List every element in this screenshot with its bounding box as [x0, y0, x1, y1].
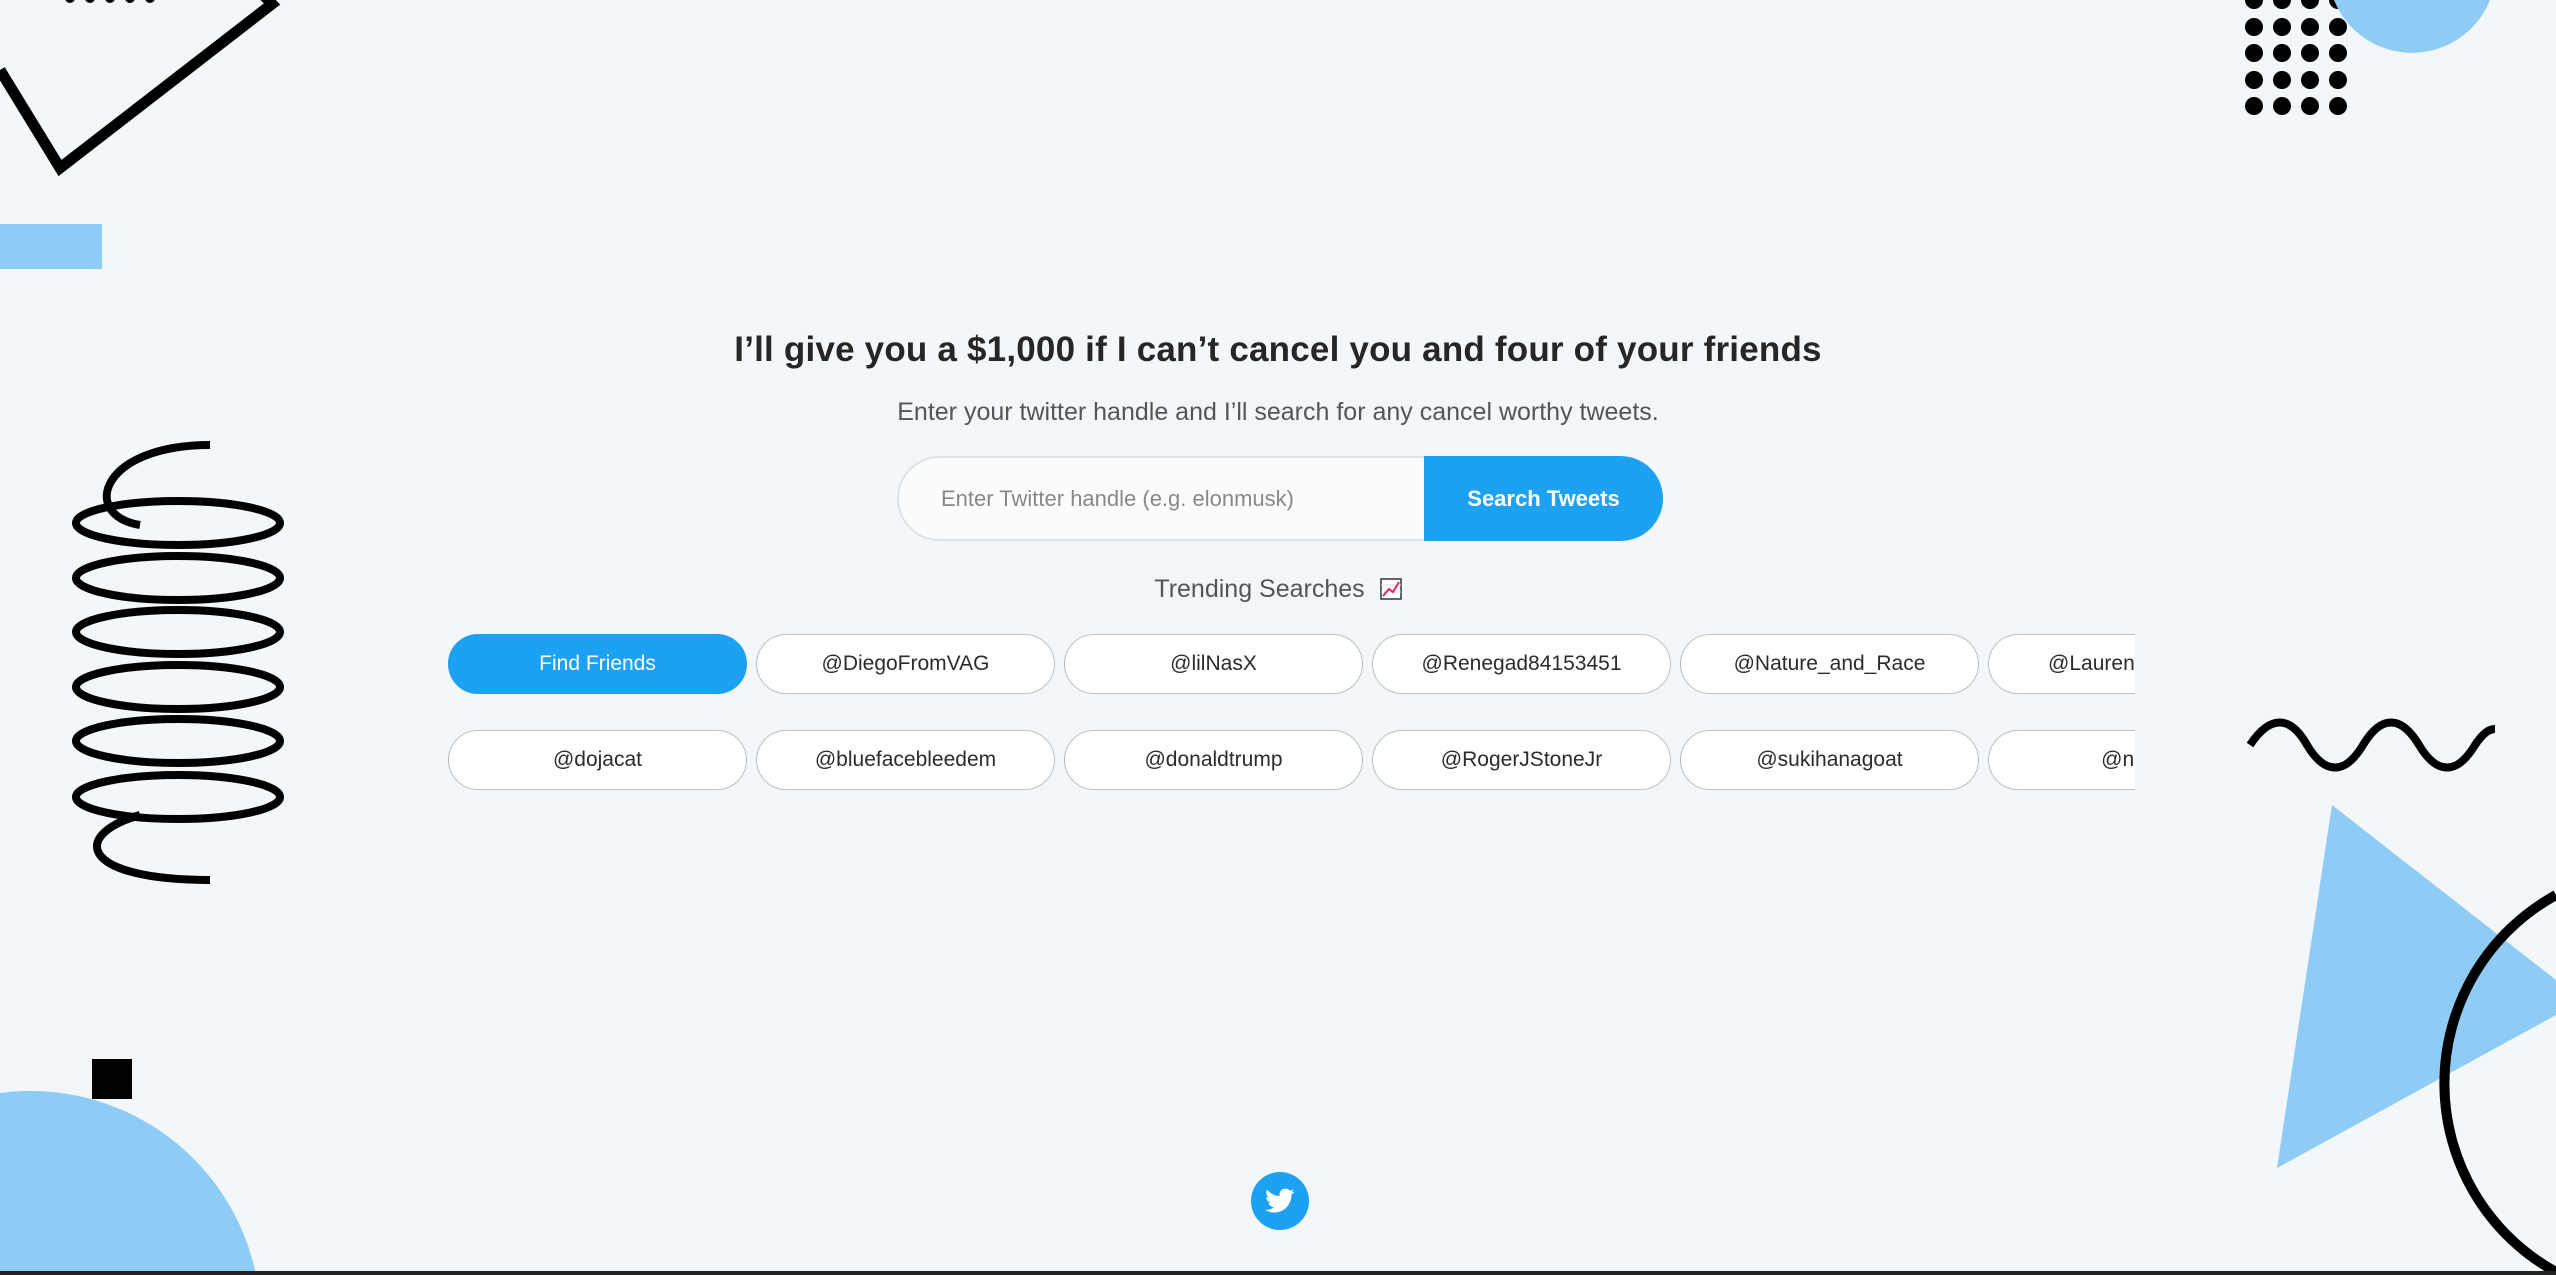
trending-heading: Trending Searches [0, 575, 2556, 604]
trending-handle-pill[interactable]: @sukihanagoat [1680, 730, 1979, 790]
trending-searches: Find Friends @DiegoFromVAG @lilNasX @Ren… [448, 634, 2135, 790]
trending-handle-pill[interactable]: @dojacat [448, 730, 747, 790]
trending-handle-pill[interactable]: @LaurenWitzkeDE [1988, 634, 2135, 694]
trending-row-1: Find Friends @DiegoFromVAG @lilNasX @Ren… [448, 634, 2135, 694]
trending-handle-pill[interactable]: @DiegoFromVAG [756, 634, 1055, 694]
find-friends-pill[interactable]: Find Friends [448, 634, 747, 694]
decor-wave [2246, 718, 2496, 772]
trending-handle-pill[interactable]: @Nature_and_Race [1680, 634, 1979, 694]
trending-handle-pill[interactable]: @RogerJStoneJr [1372, 730, 1671, 790]
search-form: Search Tweets [897, 456, 1663, 541]
decor-blue-bar [0, 224, 102, 269]
trending-handle-pill[interactable]: @donaldtrump [1064, 730, 1363, 790]
trending-handle-pill[interactable]: @bluefacebleedem [756, 730, 1055, 790]
search-tweets-button[interactable]: Search Tweets [1424, 456, 1663, 541]
bottom-border [0, 1271, 2556, 1275]
chart-increasing-icon [1379, 578, 1402, 600]
page-title: I’ll give you a $1,000 if I can’t cancel… [734, 330, 1822, 369]
twitter-handle-input[interactable] [897, 456, 1424, 541]
trending-row-2: @dojacat @bluefacebleedem @donaldtrump @… [448, 730, 2135, 790]
trending-label: Trending Searches [1154, 575, 1365, 603]
decor-blue-semicircle-top [2334, 0, 2490, 53]
decor-blue-quarter-circle [0, 1090, 256, 1275]
trending-handle-pill[interactable]: @Renegad84153451 [1372, 634, 1671, 694]
twitter-link[interactable] [1251, 1172, 1309, 1230]
decor-ring [2439, 890, 2556, 1275]
twitter-bird-icon [1265, 1188, 1295, 1213]
decor-spring [72, 441, 284, 884]
decor-square-outline [0, 0, 281, 177]
trending-handle-pill[interactable]: @lilNasX [1064, 634, 1363, 694]
page-subtitle: Enter your twitter handle and I’ll searc… [897, 398, 1659, 426]
trending-handle-pill[interactable]: @notch [1988, 730, 2135, 790]
